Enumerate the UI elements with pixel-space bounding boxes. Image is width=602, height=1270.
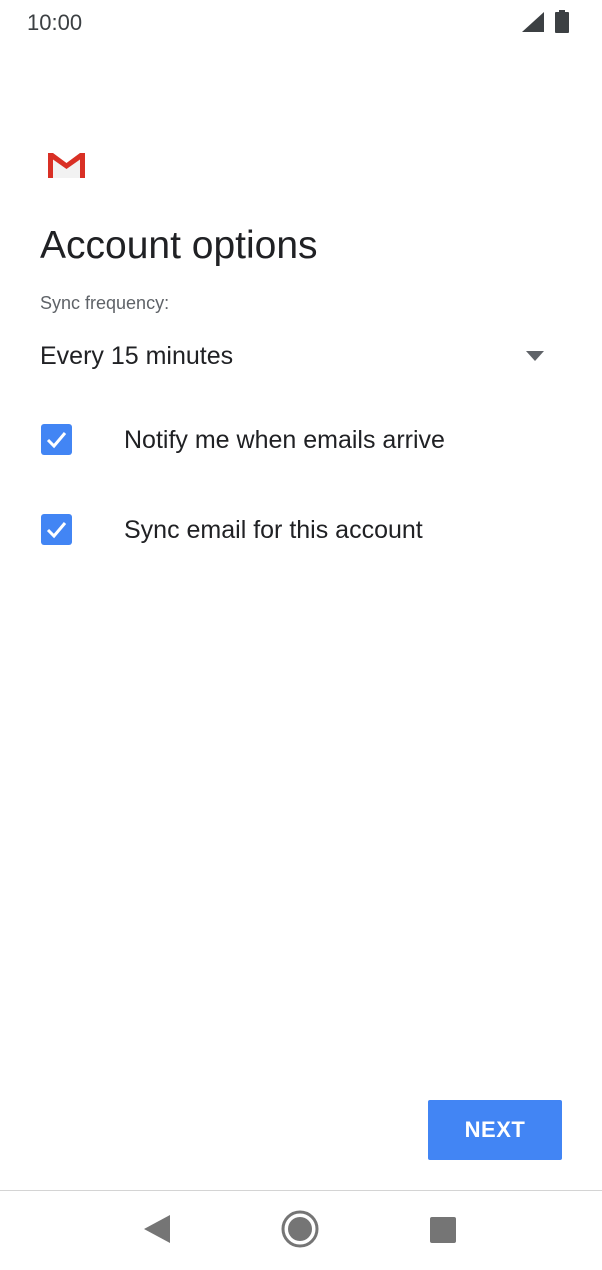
- sync-email-option[interactable]: Sync email for this account: [40, 502, 560, 558]
- dropdown-arrow-icon: [526, 351, 544, 361]
- sync-frequency-dropdown[interactable]: Every 15 minutes: [40, 330, 550, 382]
- page-title: Account options: [40, 224, 318, 267]
- signal-icon: [522, 12, 544, 32]
- gmail-logo-icon: [48, 153, 85, 178]
- status-bar: 10:00: [0, 0, 602, 46]
- back-icon[interactable]: [144, 1215, 170, 1243]
- notify-checkbox[interactable]: [41, 424, 72, 455]
- notify-option[interactable]: Notify me when emails arrive: [40, 412, 560, 468]
- home-icon[interactable]: [281, 1210, 319, 1248]
- check-icon: [46, 432, 67, 449]
- status-time: 10:00: [27, 10, 83, 35]
- recents-icon[interactable]: [430, 1217, 456, 1243]
- notify-label: Notify me when emails arrive: [124, 426, 445, 454]
- account-options-screen: 10:00 Account options Sync frequency: Ev…: [0, 0, 602, 1270]
- sync-frequency-value: Every 15 minutes: [40, 342, 234, 370]
- sync-email-label: Sync email for this account: [124, 516, 423, 544]
- next-button[interactable]: NEXT: [428, 1100, 562, 1160]
- navigation-bar: [0, 1190, 602, 1270]
- check-icon: [46, 522, 67, 539]
- sync-email-checkbox[interactable]: [41, 514, 72, 545]
- sync-frequency-label: Sync frequency:: [40, 293, 170, 313]
- battery-icon: [555, 10, 569, 33]
